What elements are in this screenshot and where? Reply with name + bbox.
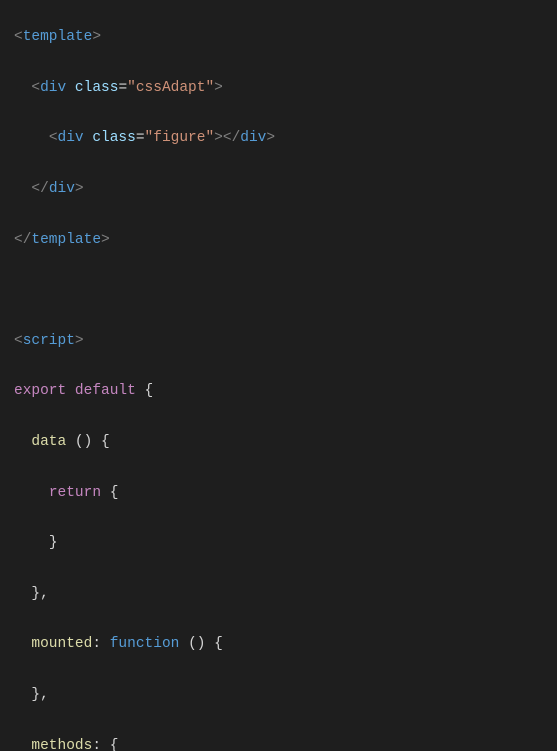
code-line: } [14,531,557,556]
code-line: }, [14,683,557,708]
code-line: }, [14,582,557,607]
code-line: <script> [14,329,557,354]
code-line: </div> [14,177,557,202]
code-line: <div class="cssAdapt"> [14,76,557,101]
code-line: return { [14,481,557,506]
code-line: methods: { [14,734,557,751]
code-line: mounted: function () { [14,632,557,657]
code-line: data () { [14,430,557,455]
code-line: </template> [14,228,557,253]
code-line: <div class="figure"></div> [14,126,557,151]
code-line: export default { [14,379,557,404]
code-line: <template> [14,25,557,50]
code-line [14,278,557,303]
code-editor[interactable]: <template> <div class="cssAdapt"> <div c… [0,0,557,751]
